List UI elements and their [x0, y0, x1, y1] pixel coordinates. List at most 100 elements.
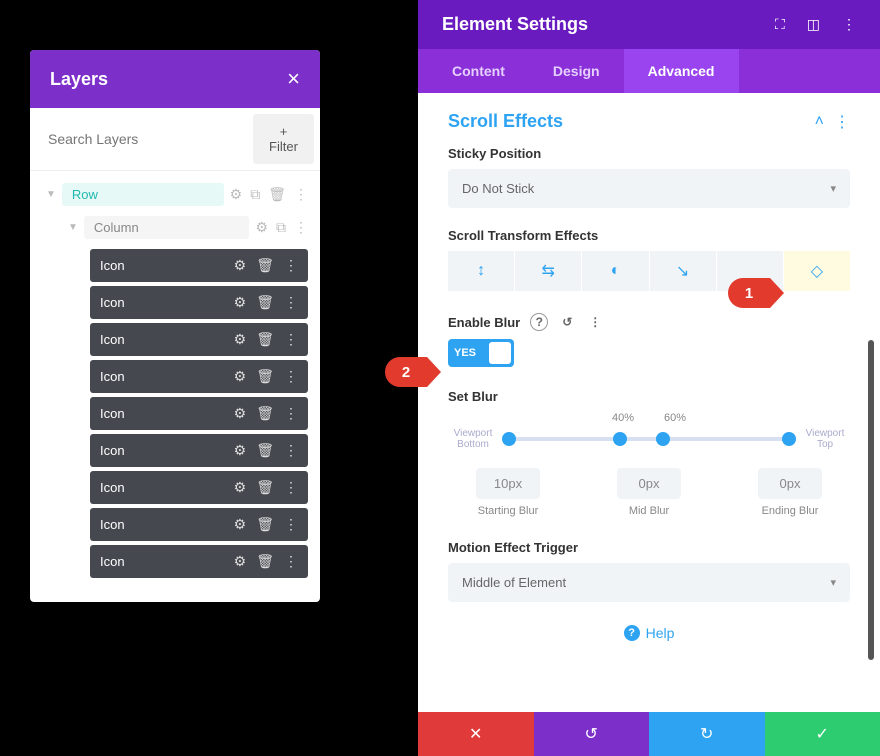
ending-blur-input[interactable]	[758, 468, 822, 499]
more-icon[interactable]: ⋮	[284, 405, 298, 422]
slider-handle-mid2[interactable]	[656, 432, 670, 446]
trash-icon[interactable]: 🗑	[256, 516, 274, 533]
slider-handle-start[interactable]	[502, 432, 516, 446]
percent-2: 60%	[664, 412, 686, 424]
column-label[interactable]: Column	[84, 216, 250, 239]
motion-label: Motion Effect Trigger	[448, 540, 850, 555]
gear-icon[interactable]: ⚙	[234, 479, 247, 496]
gear-icon[interactable]: ⚙	[234, 442, 247, 459]
help-link[interactable]: ? Help	[418, 625, 880, 641]
list-item[interactable]: Icon ⚙🗑⋮	[90, 434, 308, 467]
tab-advanced[interactable]: Advanced	[624, 49, 739, 93]
slider-handle-end[interactable]	[782, 432, 796, 446]
duplicate-icon[interactable]: ⧉	[250, 186, 260, 203]
more-icon[interactable]: ⋮	[294, 219, 308, 236]
more-icon[interactable]: ⋮	[284, 368, 298, 385]
list-item[interactable]: Icon ⚙🗑⋮	[90, 397, 308, 430]
more-icon[interactable]: ⋮	[284, 442, 298, 459]
blur-button[interactable]: ◇	[784, 251, 850, 291]
more-icon[interactable]: ⋮	[586, 313, 604, 331]
column-item[interactable]: ▼ Column ⚙ ⧉ ⋮	[42, 212, 308, 245]
gear-icon[interactable]: ⚙	[234, 257, 247, 274]
ending-blur-caption: Ending Blur	[730, 505, 850, 518]
slider-handle-mid1[interactable]	[613, 432, 627, 446]
motion-select[interactable]: Middle of Element ▾	[448, 563, 850, 602]
gear-icon[interactable]: ⚙	[234, 331, 247, 348]
more-icon[interactable]: ⋮	[284, 479, 298, 496]
undo-icon[interactable]: ↺	[558, 313, 576, 331]
gear-icon[interactable]: ⚙	[255, 219, 268, 236]
chevron-down-icon[interactable]: ▼	[46, 189, 56, 200]
scrollbar[interactable]	[868, 340, 874, 660]
horizontal-motion-button[interactable]: ⇆	[515, 251, 582, 291]
panel-icon[interactable]: ◫	[807, 16, 820, 33]
search-input[interactable]	[30, 117, 247, 161]
list-item[interactable]: Icon ⚙🗑⋮	[90, 508, 308, 541]
more-icon[interactable]: ⋮	[834, 112, 850, 132]
help-icon[interactable]: ?	[530, 313, 548, 331]
bottom-bar: ✕ ↺ ↻ ✓	[418, 712, 880, 756]
tab-content[interactable]: Content	[428, 49, 529, 93]
more-icon[interactable]: ⋮	[284, 516, 298, 533]
fade-button[interactable]: ◐	[582, 251, 649, 291]
gear-icon[interactable]: ⚙	[234, 294, 247, 311]
toggle-label: YES	[454, 347, 476, 359]
more-icon[interactable]: ⋮	[284, 553, 298, 570]
viewport-bottom-label: Viewport Bottom	[448, 428, 498, 450]
cancel-button[interactable]: ✕	[418, 712, 534, 756]
settings-panel: Element Settings ⛶ ◫ ⋮ Content Design Ad…	[418, 0, 880, 756]
trash-icon[interactable]: 🗑	[256, 553, 274, 570]
list-item[interactable]: Icon ⚙🗑⋮	[90, 286, 308, 319]
trash-icon[interactable]: 🗑	[256, 294, 274, 311]
redo-button[interactable]: ↻	[649, 712, 765, 756]
gear-icon[interactable]: ⚙	[230, 186, 243, 203]
chevron-up-icon[interactable]: ˄	[815, 113, 824, 131]
tab-design[interactable]: Design	[529, 49, 624, 93]
trash-icon[interactable]: 🗑	[256, 405, 274, 422]
settings-title: Element Settings	[442, 14, 588, 35]
section-header[interactable]: Scroll Effects ˄ ⋮	[448, 111, 850, 132]
trash-icon[interactable]: 🗑	[256, 257, 274, 274]
gear-icon[interactable]: ⚙	[234, 553, 247, 570]
mid-blur-input[interactable]	[617, 468, 681, 499]
mid-blur-caption: Mid Blur	[589, 505, 709, 518]
gear-icon[interactable]: ⚙	[234, 405, 247, 422]
trash-icon[interactable]: 🗑	[256, 479, 274, 496]
trash-icon[interactable]: 🗑	[256, 331, 274, 348]
starting-blur-input[interactable]	[476, 468, 540, 499]
sticky-select[interactable]: Do Not Stick ▾	[448, 169, 850, 208]
scale-button[interactable]: ↘	[650, 251, 717, 291]
list-item[interactable]: Icon ⚙🗑⋮	[90, 471, 308, 504]
section-title: Scroll Effects	[448, 111, 563, 132]
gear-icon[interactable]: ⚙	[234, 516, 247, 533]
undo-button[interactable]: ↺	[534, 712, 650, 756]
more-icon[interactable]: ⋮	[284, 257, 298, 274]
trash-icon[interactable]: 🗑	[256, 368, 274, 385]
more-icon[interactable]: ⋮	[284, 331, 298, 348]
trash-icon[interactable]: 🗑	[256, 442, 274, 459]
list-item[interactable]: Icon ⚙🗑⋮	[90, 323, 308, 356]
set-blur-label: Set Blur	[448, 389, 850, 404]
expand-icon[interactable]: ⛶	[775, 16, 785, 33]
trash-icon[interactable]: 🗑	[268, 186, 286, 203]
close-icon[interactable]: ×	[287, 66, 300, 92]
vertical-motion-button[interactable]: ↕	[448, 251, 515, 291]
gear-icon[interactable]: ⚙	[234, 368, 247, 385]
more-icon[interactable]: ⋮	[284, 294, 298, 311]
list-item[interactable]: Icon ⚙🗑⋮	[90, 360, 308, 393]
list-item[interactable]: Icon ⚙🗑⋮	[90, 249, 308, 282]
list-item[interactable]: Icon ⚙🗑⋮	[90, 545, 308, 578]
layers-search-row: + Filter	[30, 108, 320, 171]
select-value: Middle of Element	[462, 575, 566, 590]
chevron-down-icon[interactable]: ▼	[68, 222, 78, 233]
slider-track[interactable]	[506, 437, 792, 441]
duplicate-icon[interactable]: ⧉	[276, 219, 286, 236]
save-button[interactable]: ✓	[765, 712, 880, 756]
more-icon[interactable]: ⋮	[842, 16, 856, 33]
more-icon[interactable]: ⋮	[294, 186, 308, 203]
enable-blur-toggle[interactable]: YES	[448, 339, 514, 367]
filter-button[interactable]: + Filter	[253, 114, 314, 164]
row-label[interactable]: Row	[62, 183, 224, 206]
row-item[interactable]: ▼ Row ⚙ ⧉ 🗑 ⋮	[42, 179, 308, 212]
help-text: Help	[646, 625, 675, 641]
